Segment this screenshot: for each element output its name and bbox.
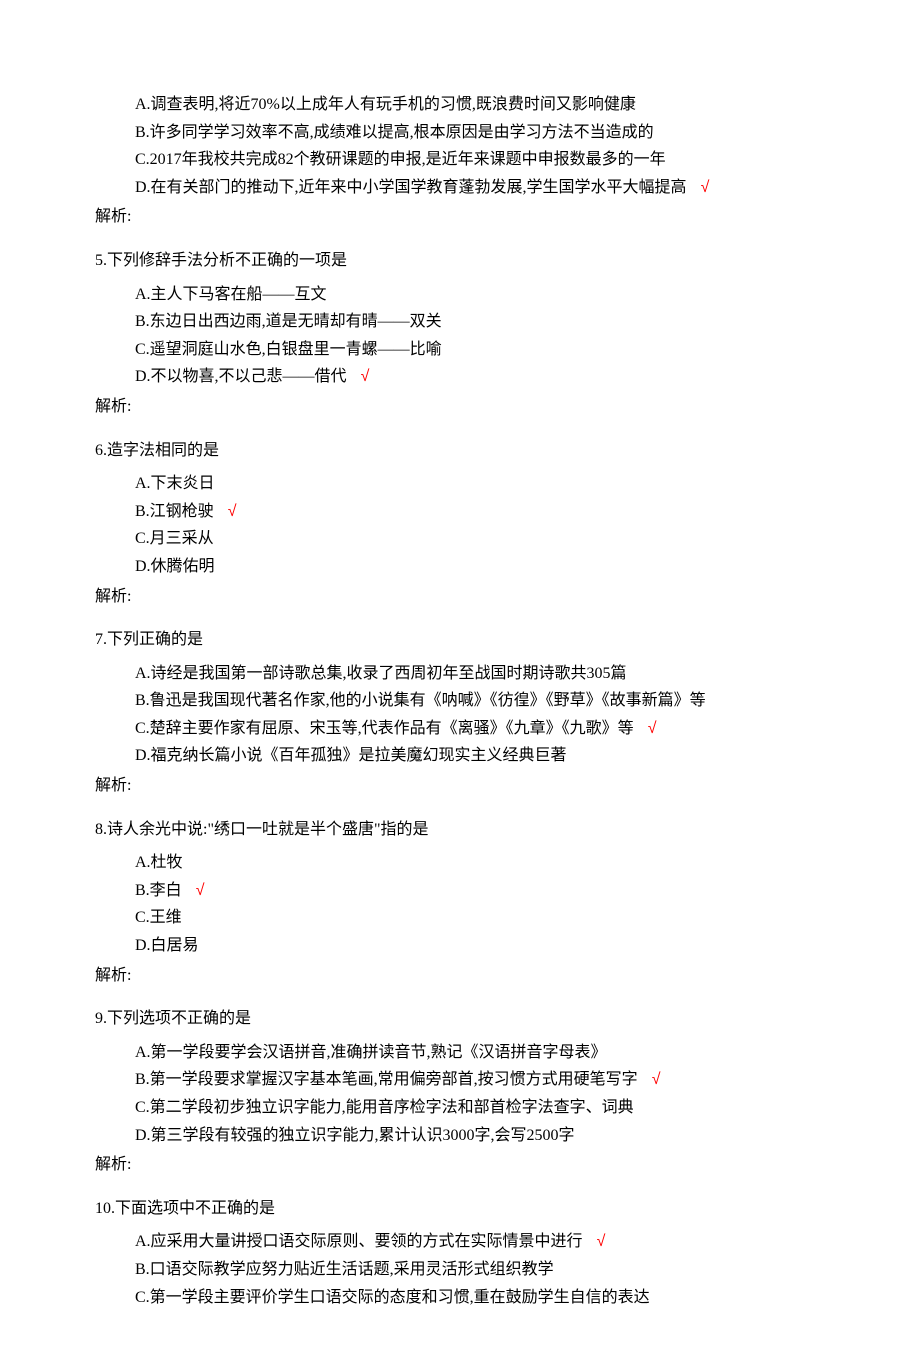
option-text: B.许多同学学习效率不高,成绩难以提高,根本原因是由学习方法不当造成的 [135, 124, 654, 141]
option-text: C.楚辞主要作家有屈原、宋玉等,代表作品有《离骚》《九章》《九歌》等 [135, 720, 634, 737]
option: A.杜牧 [95, 850, 825, 876]
option: C.遥望洞庭山水色,白银盘里一青螺——比喻 [95, 337, 825, 363]
option: A.下末炎日 [95, 471, 825, 497]
option: D.白居易 [95, 933, 825, 959]
analysis-label: 解析: [95, 394, 825, 420]
option-text: B.第一学段要求掌握汉字基本笔画,常用偏旁部首,按习惯方式用硬笔写字 [135, 1071, 638, 1088]
question-stem: 8.诗人余光中说:"绣口一吐就是半个盛唐"指的是 [95, 817, 825, 843]
analysis-label: 解析: [95, 584, 825, 610]
option-text: A.应采用大量讲授口语交际原则、要领的方式在实际情景中进行 [135, 1233, 583, 1250]
option: B.李白 √ [95, 878, 825, 904]
check-icon: √ [196, 882, 205, 899]
option: A.第一学段要学会汉语拼音,准确拼读音节,熟记《汉语拼音字母表》 [95, 1040, 825, 1066]
option: D.福克纳长篇小说《百年孤独》是拉美魔幻现实主义经典巨著 [95, 743, 825, 769]
question-stem: 10.下面选项中不正确的是 [95, 1196, 825, 1222]
option: D.休腾佑明 [95, 554, 825, 580]
question-stem: 9.下列选项不正确的是 [95, 1006, 825, 1032]
option: D.在有关部门的推动下,近年来中小学国学教育蓬勃发展,学生国学水平大幅提高 √ [95, 175, 825, 201]
option: B.江钢枪驶 √ [95, 499, 825, 525]
option: A.应采用大量讲授口语交际原则、要领的方式在实际情景中进行 √ [95, 1229, 825, 1255]
option: C.第二学段初步独立识字能力,能用音序检字法和部首检字法查字、词典 [95, 1095, 825, 1121]
option: C.第一学段主要评价学生口语交际的态度和习惯,重在鼓励学生自信的表达 [95, 1285, 825, 1311]
option: C.2017年我校共完成82个教研课题的申报,是近年来课题中申报数最多的一年 [95, 147, 825, 173]
option: A.主人下马客在船——互文 [95, 282, 825, 308]
option-text: C.第一学段主要评价学生口语交际的态度和习惯,重在鼓励学生自信的表达 [135, 1289, 650, 1306]
question-stem: 7.下列正确的是 [95, 627, 825, 653]
option: B.口语交际教学应努力贴近生活话题,采用灵活形式组织教学 [95, 1257, 825, 1283]
option-text: D.不以物喜,不以己悲——借代 [135, 368, 347, 385]
option-text: A.主人下马客在船——互文 [135, 286, 327, 303]
option: C.楚辞主要作家有屈原、宋玉等,代表作品有《离骚》《九章》《九歌》等 √ [95, 716, 825, 742]
option-text: D.在有关部门的推动下,近年来中小学国学教育蓬勃发展,学生国学水平大幅提高 [135, 179, 687, 196]
option: A.诗经是我国第一部诗歌总集,收录了西周初年至战国时期诗歌共305篇 [95, 661, 825, 687]
option: B.第一学段要求掌握汉字基本笔画,常用偏旁部首,按习惯方式用硬笔写字 √ [95, 1067, 825, 1093]
check-icon: √ [701, 179, 710, 196]
option-text: A.下末炎日 [135, 475, 215, 492]
option-text: A.调查表明,将近70%以上成年人有玩手机的习惯,既浪费时间又影响健康 [135, 96, 636, 113]
option-text: B.口语交际教学应努力贴近生活话题,采用灵活形式组织教学 [135, 1261, 554, 1278]
analysis-label: 解析: [95, 1152, 825, 1178]
option-text: C.王维 [135, 909, 182, 926]
check-icon: √ [228, 503, 237, 520]
analysis-label: 解析: [95, 963, 825, 989]
option-text: B.江钢枪驶 [135, 503, 214, 520]
check-icon: √ [652, 1071, 661, 1088]
option-text: A.诗经是我国第一部诗歌总集,收录了西周初年至战国时期诗歌共305篇 [135, 665, 627, 682]
check-icon: √ [648, 720, 657, 737]
option: D.不以物喜,不以己悲——借代 √ [95, 364, 825, 390]
question-stem: 6.造字法相同的是 [95, 438, 825, 464]
option-text: D.休腾佑明 [135, 558, 215, 575]
option-text: A.杜牧 [135, 854, 183, 871]
option-text: D.白居易 [135, 937, 199, 954]
option: B.东边日出西边雨,道是无晴却有晴——双关 [95, 309, 825, 335]
option: C.月三采从 [95, 526, 825, 552]
option-text: B.东边日出西边雨,道是无晴却有晴——双关 [135, 313, 442, 330]
option-text: C.遥望洞庭山水色,白银盘里一青螺——比喻 [135, 341, 442, 358]
option-text: C.月三采从 [135, 530, 214, 547]
option-text: C.2017年我校共完成82个教研课题的申报,是近年来课题中申报数最多的一年 [135, 151, 666, 168]
option-text: B.鲁迅是我国现代著名作家,他的小说集有《呐喊》《彷徨》《野草》《故事新篇》等 [135, 692, 706, 709]
question-stem: 5.下列修辞手法分析不正确的一项是 [95, 248, 825, 274]
option-text: C.第二学段初步独立识字能力,能用音序检字法和部首检字法查字、词典 [135, 1099, 634, 1116]
option: C.王维 [95, 905, 825, 931]
option-text: D.第三学段有较强的独立识字能力,累计认识3000字,会写2500字 [135, 1127, 575, 1144]
analysis-label: 解析: [95, 773, 825, 799]
option-text: B.李白 [135, 882, 182, 899]
analysis-label: 解析: [95, 204, 825, 230]
option: D.第三学段有较强的独立识字能力,累计认识3000字,会写2500字 [95, 1123, 825, 1149]
check-icon: √ [597, 1233, 606, 1250]
option: B.许多同学学习效率不高,成绩难以提高,根本原因是由学习方法不当造成的 [95, 120, 825, 146]
option: B.鲁迅是我国现代著名作家,他的小说集有《呐喊》《彷徨》《野草》《故事新篇》等 [95, 688, 825, 714]
option: A.调查表明,将近70%以上成年人有玩手机的习惯,既浪费时间又影响健康 [95, 92, 825, 118]
option-text: D.福克纳长篇小说《百年孤独》是拉美魔幻现实主义经典巨著 [135, 747, 567, 764]
option-text: A.第一学段要学会汉语拼音,准确拼读音节,熟记《汉语拼音字母表》 [135, 1044, 607, 1061]
check-icon: √ [361, 368, 370, 385]
